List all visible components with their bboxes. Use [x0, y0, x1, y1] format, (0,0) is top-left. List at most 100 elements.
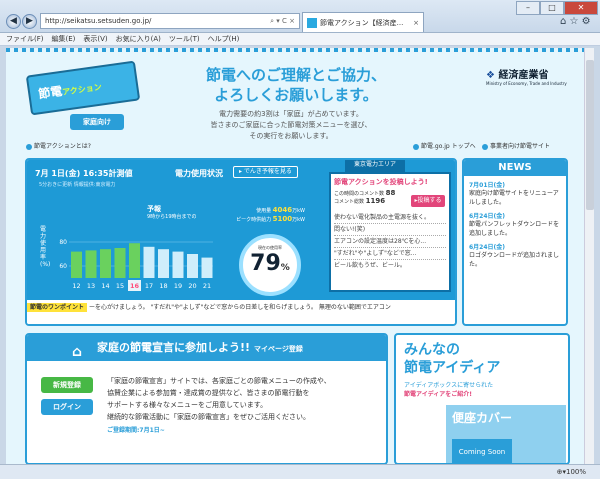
ministry-logo[interactable]: ❖ 経済産業省 Ministry of Economy, Trade and I…: [486, 66, 567, 86]
link-top[interactable]: 節電.go.jp トップへ: [413, 141, 476, 150]
declaration-body-line2: 協賛企業による参加賞・達成賞の提供など、皆さまの節電行動を: [107, 389, 310, 397]
update-note: 5分おきに更新 情報提供:東京電力: [39, 182, 116, 188]
usage-gauge: 現在の使用率 79%: [239, 234, 301, 296]
home-button[interactable]: 家庭向け: [70, 114, 124, 130]
post-button-label: 投稿する: [417, 197, 442, 204]
news-date: 7月01日(金): [469, 182, 506, 189]
news-item[interactable]: 節電パンフレットダウンロードを追加しました。: [469, 220, 562, 238]
zoom-icon[interactable]: ⊕▾: [557, 468, 566, 476]
idea-sub-line2: 節電アイディアをご紹介!: [404, 391, 473, 398]
news-date: 6月24日(金): [469, 244, 506, 251]
idea-title-line2: 節電アイディア: [404, 360, 501, 376]
x-tick-label: 16: [130, 282, 140, 290]
declaration-body-line3: サポートする様々なメニューをご用意しています。: [107, 401, 268, 409]
comment-item: ビール飲もうぜ、ビール。: [334, 262, 406, 269]
news-date: 6月24日(金): [469, 213, 506, 220]
page-viewport: 節電アクション 家庭向け 節電へのご理解とご協力、 よろしくお願いします。 電力…: [6, 48, 584, 464]
forward-icon[interactable]: ▶: [22, 14, 37, 29]
x-tick-label: 19: [174, 282, 182, 290]
status-bar: ⊕▾ 100%: [0, 464, 600, 479]
x-tick-label: 14: [101, 282, 109, 290]
status-chart-area: 7月 1日(金) 16:35計測値 5分おきに更新 情報提供:東京電力 電力使用…: [27, 160, 455, 300]
toolbar-icons[interactable]: ⌂ ☆ ⚙: [560, 16, 591, 27]
site-logo[interactable]: 節電アクション: [25, 60, 141, 116]
menu-favorites[interactable]: お気に入り(A): [116, 34, 161, 44]
bar: [187, 254, 198, 278]
ticker-text: ーを心がけましょう。 "すだれ"や"よしず"などで窓からの日差しを和らげましょう…: [88, 304, 391, 311]
menu-bar: ファイル(F) 編集(E) 表示(V) お気に入り(A) ツール(T) ヘルプ(…: [0, 33, 600, 46]
tip-ticker: 節電のワンポイント ーを心がけましょう。 "すだれ"や"よしず"などで窓からの日…: [27, 300, 455, 324]
vertical-scrollbar[interactable]: [584, 48, 594, 464]
menu-view[interactable]: 表示(V): [83, 34, 107, 44]
close-window-icon[interactable]: ✕: [564, 1, 598, 15]
maximize-icon[interactable]: □: [540, 1, 564, 15]
power-status-panel: 7月 1日(金) 16:35計測値 5分おきに更新 情報提供:東京電力 電力使用…: [25, 158, 457, 326]
gauge-unit: %: [280, 263, 290, 273]
login-button[interactable]: ログイン: [41, 399, 93, 415]
status-date: 7月 1日(金) 16:35計測値: [35, 169, 133, 178]
tab-active[interactable]: 節電アクション【経済産... ×: [302, 12, 424, 32]
bar: [201, 257, 213, 278]
hero-title-line1: 節電へのご理解とご協力、: [205, 66, 386, 84]
period-label: ご登録期間:7月1日~: [107, 427, 165, 434]
status-title: 電力使用状況: [175, 169, 223, 178]
comment-item: 悶ない!(笑): [334, 224, 446, 236]
x-tick-label: 18: [159, 282, 167, 290]
usage-chart: 60 80 12 13 14 15 16 17 18 19 20 21: [59, 239, 213, 291]
news-item[interactable]: 家庭向け節電サイトをリニューアルしました。: [469, 189, 562, 207]
declaration-header: ⌂ 家庭の節電宣言に参加しよう!! マイページ登録: [27, 335, 386, 361]
total-label: コメント総数: [334, 199, 365, 205]
declaration-body: 「家庭の節電宣言」サイトでは、各家庭ごとの節電メニューの作成や、 協賛企業による…: [107, 375, 331, 423]
comment-item: 使わない電化製品の主電源を抜く。: [334, 212, 446, 224]
address-bar[interactable]: http://seikatsu.setsuden.go.jp/ ⌕ ▾ C ×: [40, 13, 300, 29]
total-value: 1196: [365, 197, 386, 205]
idea-sub: アイディアボックスに寄せられた 節電アイディアをご紹介!: [404, 381, 493, 399]
y-tick-label: 60: [59, 263, 67, 270]
menu-help[interactable]: ヘルプ(H): [208, 34, 240, 44]
link-business[interactable]: 事業者向け節電サイト: [482, 141, 550, 150]
area-tab[interactable]: 東京電力エリア: [345, 160, 405, 172]
menu-edit[interactable]: 編集(E): [52, 34, 76, 44]
peak-value: 5100: [272, 215, 293, 223]
today-value: 88: [385, 189, 396, 197]
peak-label: ピーク時供給力: [236, 217, 272, 223]
logo-main-text: 節電: [37, 83, 64, 102]
x-tick-label: 12: [72, 282, 80, 290]
mypage-link[interactable]: マイページ登録: [254, 345, 303, 353]
comment-item: エアコンの設定温度は28℃を心...: [334, 236, 446, 248]
menu-tools[interactable]: ツール(T): [169, 34, 200, 44]
menu-file[interactable]: ファイル(F): [6, 34, 44, 44]
back-icon[interactable]: ◀: [6, 14, 21, 29]
usage-label: 使用量: [256, 208, 272, 214]
declaration-title: 家庭の節電宣言に参加しよう!!: [97, 341, 251, 354]
peak-unit: 万kW: [292, 217, 305, 223]
link-about[interactable]: 節電アクションとは?: [26, 141, 91, 150]
post-button[interactable]: ▸投稿する: [411, 195, 445, 207]
usage-stats: 使用量 4046万kW ピーク時供給力 5100万kW: [223, 206, 305, 230]
favicon-icon: [307, 17, 317, 28]
house-icon: ⌂: [72, 344, 83, 360]
minimize-icon[interactable]: –: [516, 1, 540, 15]
hero-body: 電力需要の約3割は「家庭」が占めています。 皆さまのご家庭に合った節電対策メニュ…: [176, 109, 406, 142]
idea-panel: みんなの 節電アイディア アイディアボックスに寄せられた 節電アイディアをご紹介…: [394, 333, 570, 464]
forecast-button-label: でんき予報を見る: [243, 168, 292, 175]
y-axis-label: 電力使用率(%): [40, 226, 51, 268]
x-tick-label: 15: [116, 282, 124, 290]
forecast-button[interactable]: ▸ でんき予報を見る: [233, 166, 298, 178]
news-item[interactable]: ロゴダウンロードが追加されました。: [469, 251, 562, 269]
bar: [71, 251, 82, 278]
comment-item: "すだれ"や"よしず"などで窓...: [334, 248, 446, 260]
forecast-sub: 9時から19時台までの: [147, 214, 197, 220]
x-tick-label: 17: [145, 282, 153, 290]
usage-unit: 万kW: [292, 208, 305, 214]
y-tick-label: 80: [59, 239, 67, 246]
tab-title: 節電アクション【経済産...: [320, 18, 404, 27]
address-controls[interactable]: ⌕ ▾ C ×: [270, 17, 299, 26]
tab-close-icon[interactable]: ×: [413, 19, 419, 27]
bar: [114, 248, 126, 278]
x-tick-label: 13: [87, 282, 95, 290]
zoom-level[interactable]: 100%: [566, 468, 586, 476]
ticker-tag: 節電のワンポイント: [27, 303, 88, 312]
register-button[interactable]: 新規登録: [41, 377, 93, 393]
window-controls: – □ ✕: [516, 1, 598, 15]
